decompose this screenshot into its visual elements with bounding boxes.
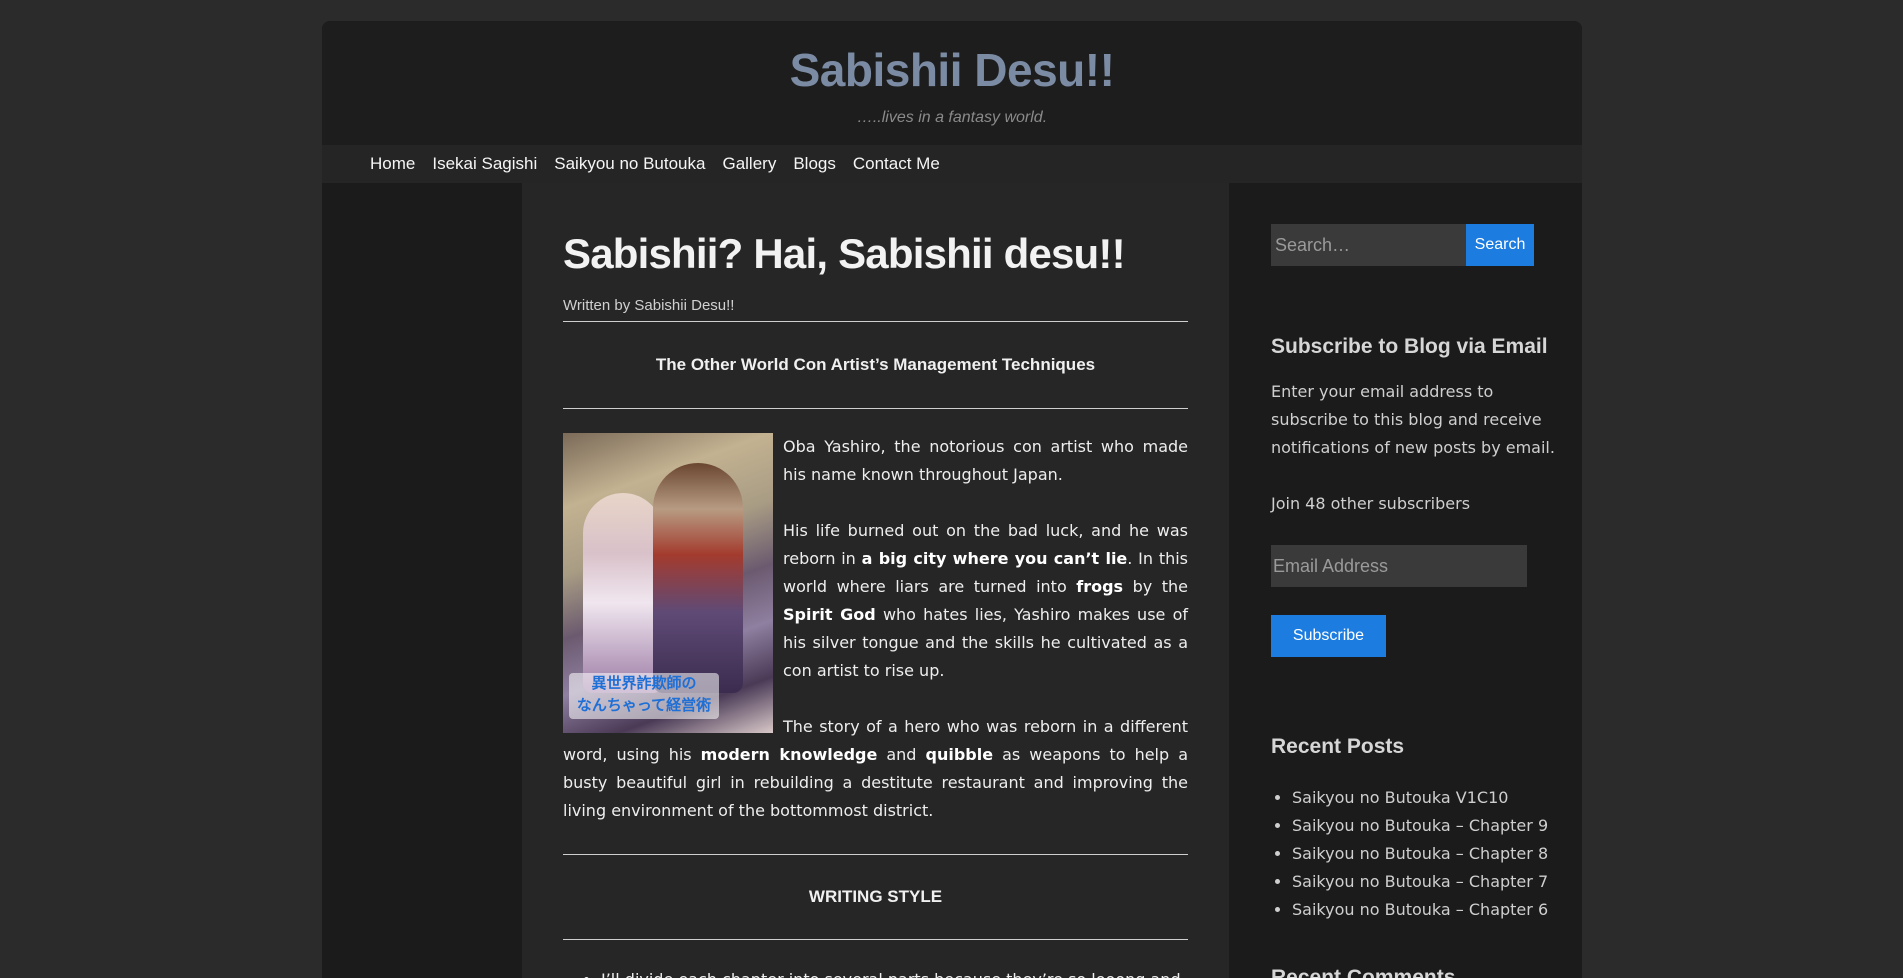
section-heading-writing-style: WRITING STYLE — [808, 887, 943, 907]
post-byline: Written by Sabishii Desu!! — [563, 297, 735, 315]
main-nav: Home Isekai Sagishi Saikyou no Butouka G… — [322, 145, 1582, 183]
cover-logo-line2: なんちゃって経営術 — [576, 697, 712, 715]
writing-style-list: I’ll divide each chapter into several pa… — [563, 966, 1188, 978]
divider — [563, 939, 1188, 941]
site-header: Sabishii Desu!! …..lives in a fantasy wo… — [322, 21, 1582, 145]
cover-image[interactable]: 異世界詐欺師の なんちゃって経営術 — [563, 433, 773, 734]
bold-text: modern knowledge — [700, 745, 878, 765]
recent-posts-list: Saikyou no Butouka V1C10 Saikyou no Buto… — [1271, 784, 1548, 924]
divider — [563, 408, 1188, 410]
nav-item-gallery[interactable]: Gallery — [722, 154, 776, 174]
text-span: and — [877, 745, 926, 765]
bold-text: a big city where you can’t lie — [861, 549, 1128, 569]
recent-post-link[interactable]: Saikyou no Butouka – Chapter 7 — [1292, 872, 1548, 891]
subscriber-count: Join 48 other subscribers — [1271, 494, 1471, 513]
sidebar: Search Subscribe to Blog via Email Enter… — [1229, 183, 1582, 978]
bold-text: Spirit God — [783, 605, 876, 625]
recent-comments-title: Recent Comments — [1271, 966, 1456, 978]
divider — [563, 321, 1188, 323]
search-button[interactable]: Search — [1466, 224, 1534, 266]
recent-post-item: Saikyou no Butouka – Chapter 6 — [1292, 896, 1548, 924]
nav-item-blogs[interactable]: Blogs — [793, 154, 836, 174]
list-item: I’ll divide each chapter into several pa… — [601, 966, 1188, 978]
post-body: 異世界詐欺師の なんちゃって経営術 Oba Yashiro, the notor… — [563, 433, 1188, 825]
post-title: Sabishii? Hai, Sabishii desu!! — [563, 230, 1126, 277]
cover-logo-line1: 異世界詐欺師の — [591, 675, 697, 693]
text-span: by the — [1123, 577, 1188, 597]
recent-post-item: Saikyou no Butouka – Chapter 8 — [1292, 840, 1548, 868]
bold-text: quibble — [925, 745, 994, 765]
site-title[interactable]: Sabishii Desu!! — [322, 21, 1582, 97]
content-area: Sabishii? Hai, Sabishii desu!! Written b… — [522, 183, 1229, 978]
recent-post-item: Saikyou no Butouka – Chapter 7 — [1292, 868, 1548, 896]
nav-item-saikyou-no-butouka[interactable]: Saikyou no Butouka — [554, 154, 705, 174]
post-article: Sabishii? Hai, Sabishii desu!! Written b… — [563, 230, 1188, 978]
nav-item-contact-me[interactable]: Contact Me — [853, 154, 940, 174]
recent-post-item: Saikyou no Butouka – Chapter 9 — [1292, 812, 1548, 840]
page-container: Sabishii Desu!! …..lives in a fantasy wo… — [322, 21, 1582, 978]
main-layout: Sabishii? Hai, Sabishii desu!! Written b… — [322, 183, 1582, 978]
section-heading-title: The Other World Con Artist’s Management … — [655, 355, 1096, 375]
divider — [563, 854, 1188, 856]
recent-comments-title-clipped: Recent Comments — [1271, 963, 1521, 978]
nav-item-home[interactable]: Home — [370, 154, 415, 174]
search-input[interactable] — [1271, 224, 1466, 266]
nav-item-isekai-sagishi[interactable]: Isekai Sagishi — [432, 154, 537, 174]
recent-post-link[interactable]: Saikyou no Butouka – Chapter 8 — [1292, 844, 1548, 863]
recent-post-link[interactable]: Saikyou no Butouka – Chapter 9 — [1292, 816, 1548, 835]
cover-character-left — [583, 493, 663, 694]
recent-post-link[interactable]: Saikyou no Butouka – Chapter 6 — [1292, 900, 1548, 919]
email-field[interactable] — [1271, 545, 1527, 587]
search-form: Search — [1271, 224, 1534, 266]
subscribe-button[interactable]: Subscribe — [1271, 615, 1386, 657]
cover-logo: 異世界詐欺師の なんちゃって経営術 — [569, 673, 719, 720]
cover-character-right — [653, 463, 743, 694]
subscribe-widget-title: Subscribe to Blog via Email — [1271, 335, 1548, 358]
recent-posts-title: Recent Posts — [1271, 735, 1405, 758]
subscribe-description: Enter your email address to subscribe to… — [1271, 382, 1555, 457]
left-column — [322, 183, 522, 978]
recent-post-link[interactable]: Saikyou no Butouka V1C10 — [1292, 788, 1508, 807]
recent-post-item: Saikyou no Butouka V1C10 — [1292, 784, 1548, 812]
bold-text: frogs — [1076, 577, 1124, 597]
site-tagline: …..lives in a fantasy world. — [856, 109, 1048, 126]
